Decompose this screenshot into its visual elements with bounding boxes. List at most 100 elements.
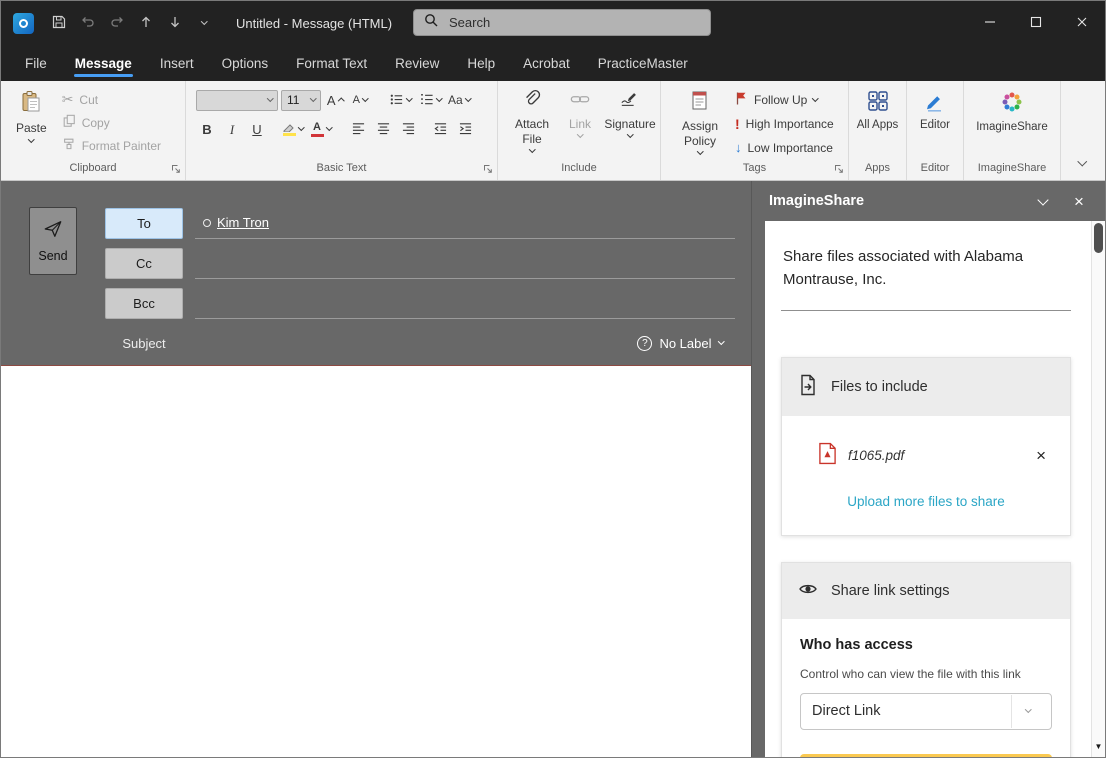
basic-text-dialog-launcher[interactable]: [483, 164, 493, 174]
editor-button[interactable]: Editor: [915, 88, 955, 160]
ribbon-collapse-button[interactable]: [1073, 151, 1092, 168]
ribbon-tab-bar: File Message Insert Options Format Text …: [1, 45, 1105, 81]
send-button[interactable]: Send: [29, 207, 77, 275]
save-button[interactable]: [46, 9, 72, 37]
ribbon-group-include: Attach File Link Signature Include: [498, 81, 661, 180]
basic-text-group-label: Basic Text: [317, 162, 367, 174]
tab-insert[interactable]: Insert: [146, 45, 208, 81]
who-has-access-title: Who has access: [800, 637, 1052, 653]
grow-font-icon: A: [327, 94, 336, 107]
bcc-button[interactable]: Bcc: [105, 288, 183, 319]
cc-button[interactable]: Cc: [105, 248, 183, 279]
share-card-body: Who has access Control who can view the …: [782, 619, 1070, 758]
italic-button[interactable]: I: [221, 118, 243, 140]
cc-field[interactable]: [195, 248, 735, 279]
tags-dialog-launcher[interactable]: [834, 164, 844, 174]
maximize-button[interactable]: [1013, 1, 1059, 45]
all-apps-button[interactable]: All Apps: [852, 88, 904, 160]
bcc-field[interactable]: [195, 288, 735, 319]
copy-button[interactable]: Copy: [62, 113, 161, 132]
follow-up-button[interactable]: Follow Up: [735, 90, 834, 109]
nav-up-button[interactable]: [133, 9, 159, 37]
italic-icon: I: [230, 123, 234, 136]
close-button[interactable]: [1059, 1, 1105, 45]
search-box[interactable]: [413, 9, 711, 36]
editor-group-label: Editor: [921, 162, 950, 174]
cc-row: Cc: [105, 243, 735, 283]
chevron-down-icon: [465, 95, 471, 101]
tab-file[interactable]: File: [11, 45, 61, 81]
link-button[interactable]: Link: [558, 88, 602, 160]
imagineshare-group-label: ImagineShare: [978, 162, 1047, 174]
tab-options[interactable]: Options: [208, 45, 283, 81]
grow-font-button[interactable]: A: [324, 89, 346, 111]
search-input[interactable]: [447, 14, 700, 31]
scrollbar-down-button[interactable]: ▼: [1092, 737, 1105, 755]
undo-button[interactable]: [75, 9, 101, 37]
numbering-button[interactable]: [417, 89, 444, 111]
paste-button[interactable]: Paste: [11, 88, 52, 160]
bold-button[interactable]: B: [196, 118, 218, 140]
format-painter-button[interactable]: Format Painter: [62, 136, 161, 155]
upload-more-link[interactable]: Upload more files to share: [782, 476, 1070, 535]
font-color-button[interactable]: A: [309, 118, 334, 140]
clipboard-dialog-launcher[interactable]: [171, 164, 181, 174]
pane-collapse-button[interactable]: [1029, 187, 1057, 215]
align-left-button[interactable]: [347, 118, 369, 140]
tab-review[interactable]: Review: [381, 45, 453, 81]
highlight-button[interactable]: [280, 118, 306, 140]
link-icon: [570, 88, 590, 114]
imagineshare-ribbon-button[interactable]: ImagineShare: [971, 88, 1053, 160]
underline-button[interactable]: U: [246, 118, 268, 140]
font-size-combo[interactable]: 11: [281, 90, 321, 111]
change-case-button[interactable]: Aa: [446, 89, 472, 111]
low-importance-button[interactable]: ↓ Low Importance: [735, 138, 834, 157]
quick-access-customize-button[interactable]: [191, 9, 217, 37]
align-center-button[interactable]: [372, 118, 394, 140]
nav-down-button[interactable]: [162, 9, 188, 37]
signature-button[interactable]: Signature: [604, 88, 656, 160]
tab-acrobat[interactable]: Acrobat: [509, 45, 584, 81]
ribbon-group-tags: Assign Policy Follow Up ! High Importanc…: [661, 81, 849, 180]
chevron-down-icon: [298, 124, 304, 130]
recipient-chip[interactable]: Kim Tron: [217, 215, 269, 230]
attach-file-button[interactable]: Attach File: [508, 88, 556, 160]
high-importance-button[interactable]: ! High Importance: [735, 114, 834, 133]
format-painter-icon: [62, 137, 76, 154]
to-field[interactable]: Kim Tron: [195, 208, 735, 239]
pane-close-button[interactable]: ×: [1065, 187, 1093, 215]
quick-access-toolbar: Untitled - Message (HTML): [1, 9, 392, 37]
chevron-down-icon: [627, 131, 633, 137]
remove-file-button[interactable]: ×: [1030, 446, 1052, 465]
paste-icon: [19, 90, 43, 117]
tab-practicemaster[interactable]: PracticeMaster: [584, 45, 702, 81]
tab-format-text[interactable]: Format Text: [282, 45, 381, 81]
subject-row: Subject ? No Label: [105, 323, 735, 363]
scrollbar-thumb[interactable]: [1094, 223, 1103, 253]
to-button[interactable]: To: [105, 208, 183, 239]
align-right-button[interactable]: [397, 118, 419, 140]
bullets-button[interactable]: [387, 89, 414, 111]
apps-group-label: Apps: [865, 162, 890, 174]
minimize-button[interactable]: [967, 1, 1013, 45]
cut-button[interactable]: ✂ Cut: [62, 90, 161, 109]
pane-scrollbar[interactable]: ▼: [1091, 221, 1105, 757]
tab-help[interactable]: Help: [453, 45, 509, 81]
highlight-icon: [282, 122, 296, 136]
assign-policy-button[interactable]: Assign Policy: [671, 88, 729, 160]
font-name-combo[interactable]: [196, 90, 278, 111]
label-dropdown[interactable]: ? No Label: [631, 335, 729, 352]
message-body[interactable]: [1, 365, 751, 757]
access-description: Control who can view the file with this …: [800, 667, 1052, 681]
outlook-logo-icon: [13, 13, 34, 34]
shrink-font-button[interactable]: A: [349, 89, 371, 111]
up-arrow-icon: [138, 14, 154, 33]
tab-message[interactable]: Message: [61, 45, 146, 81]
increase-indent-button[interactable]: [454, 118, 476, 140]
editor-label: Editor: [920, 119, 950, 133]
pane-description: Share files associated with Alabama Mont…: [781, 237, 1071, 311]
decrease-indent-button[interactable]: [429, 118, 451, 140]
access-select[interactable]: Direct Link: [800, 693, 1052, 730]
redo-button[interactable]: [104, 9, 130, 37]
subject-field[interactable]: ? No Label: [195, 328, 735, 359]
